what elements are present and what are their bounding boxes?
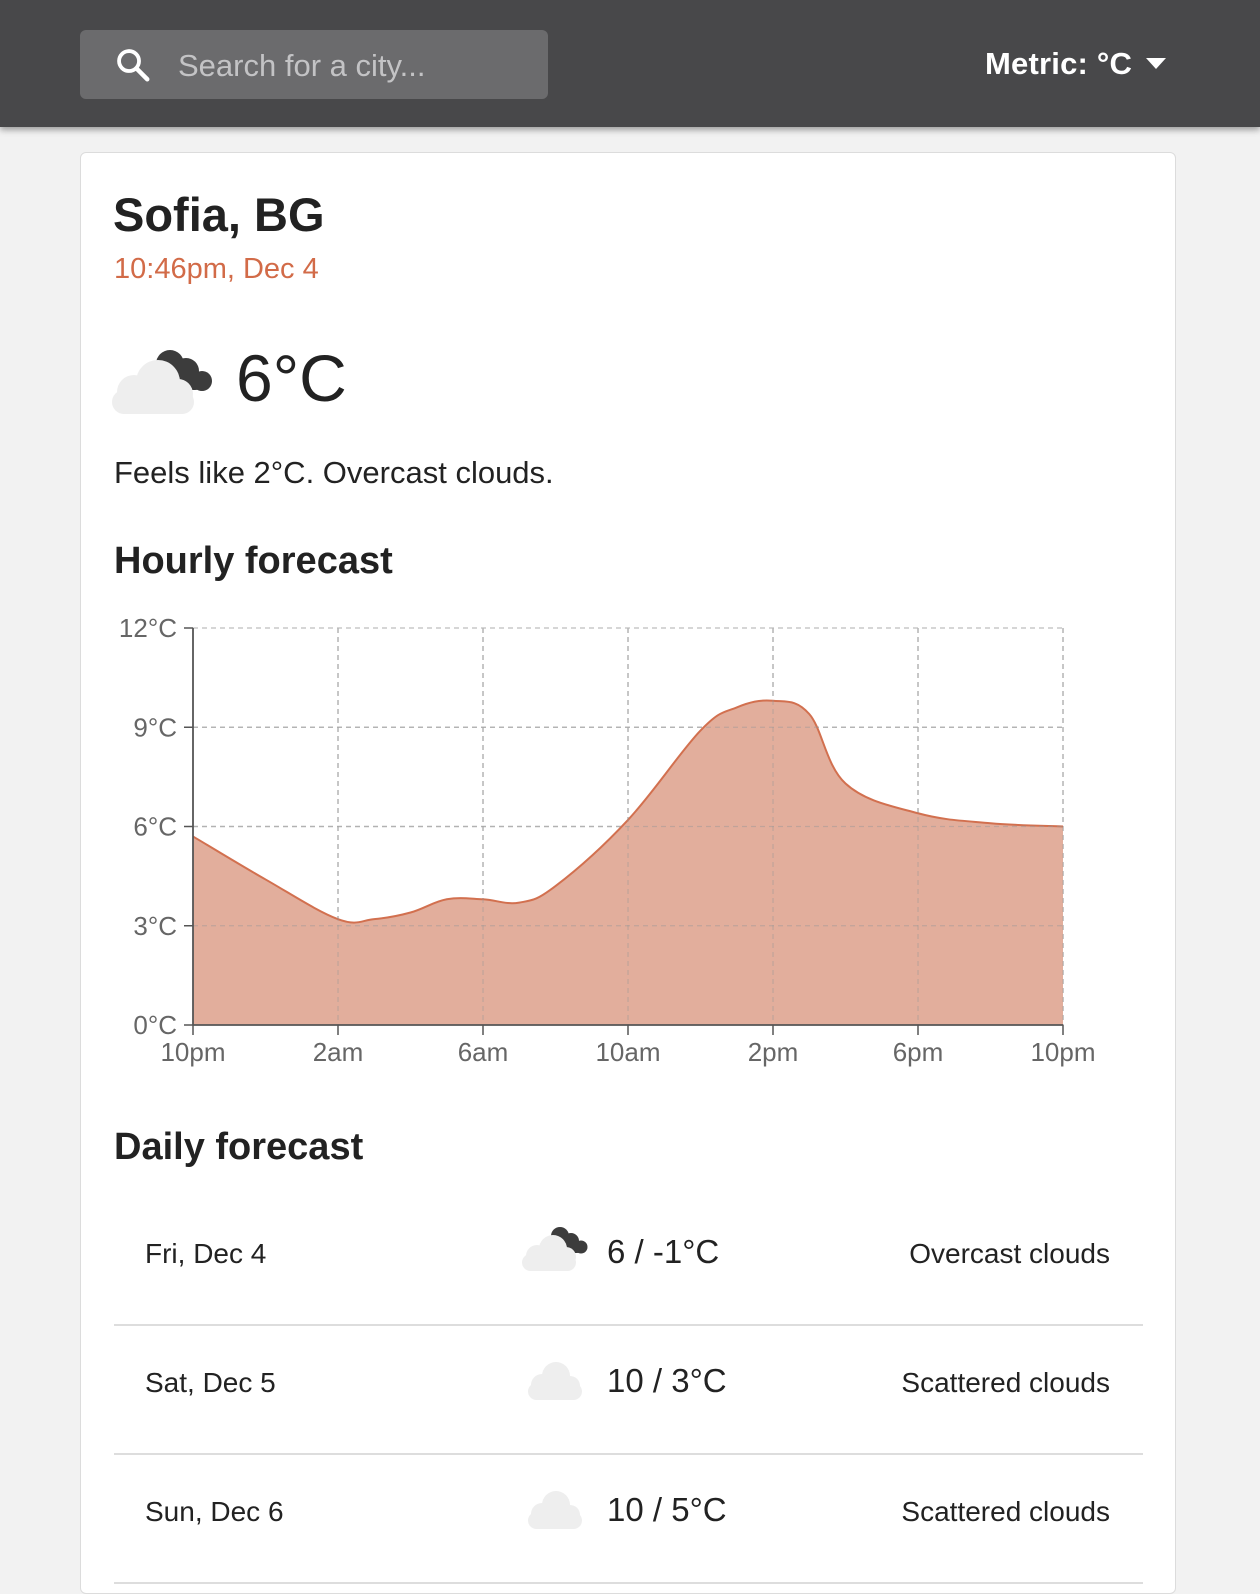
y-tick-label: 6°C xyxy=(133,812,177,842)
daily-temperature-range: 6 / -1°C xyxy=(607,1233,719,1271)
daily-row: Fri, Dec 4 6 / -1°C Overcast clouds xyxy=(114,1195,1143,1326)
y-tick-label: 3°C xyxy=(133,911,177,941)
daily-forecast-heading: Daily forecast xyxy=(114,1126,363,1169)
y-tick-label: 12°C xyxy=(119,613,177,643)
daily-day: Sat, Dec 5 xyxy=(145,1367,276,1399)
current-temperature: 6°C xyxy=(236,340,347,416)
daily-description: Scattered clouds xyxy=(901,1496,1110,1528)
daily-description: Overcast clouds xyxy=(909,1238,1110,1270)
daily-day: Fri, Dec 4 xyxy=(145,1238,266,1270)
daily-row: Sun, Dec 6 10 / 5°C Scattered clouds xyxy=(114,1453,1143,1584)
location-title: Sofia, BG xyxy=(113,187,325,242)
weather-summary: Feels like 2°C. Overcast clouds. xyxy=(114,455,554,491)
daily-row: Sat, Dec 5 10 / 3°C Scattered clouds xyxy=(114,1324,1143,1455)
caret-down-icon xyxy=(1146,58,1166,70)
search-box[interactable] xyxy=(80,30,548,99)
search-icon xyxy=(114,46,152,84)
daily-description: Scattered clouds xyxy=(901,1367,1110,1399)
x-tick-label: 2am xyxy=(313,1037,364,1067)
daily-temperature-range: 10 / 5°C xyxy=(607,1491,727,1529)
x-tick-label: 10pm xyxy=(1030,1037,1095,1067)
x-tick-label: 6pm xyxy=(893,1037,944,1067)
x-tick-label: 10pm xyxy=(160,1037,225,1067)
daily-temperature-range: 10 / 3°C xyxy=(607,1362,727,1400)
x-tick-label: 6am xyxy=(458,1037,509,1067)
daily-day: Sun, Dec 6 xyxy=(145,1496,284,1528)
y-tick-label: 0°C xyxy=(133,1010,177,1040)
x-tick-label: 2pm xyxy=(748,1037,799,1067)
hourly-forecast-heading: Hourly forecast xyxy=(114,540,393,583)
top-bar: Metric: °C xyxy=(0,0,1260,127)
units-label: Metric: °C xyxy=(985,46,1132,82)
overcast-clouds-icon xyxy=(520,1223,590,1273)
hourly-chart: 0°C 3°C 6°C 9°C 12°C 10pm 2am 6am 10am 2pm 6pm 10pm xyxy=(100,605,1110,1075)
local-datetime: 10:46pm, Dec 4 xyxy=(114,253,319,286)
overcast-clouds-icon xyxy=(108,344,216,416)
y-tick-label: 9°C xyxy=(133,712,177,742)
units-dropdown[interactable]: Metric: °C xyxy=(985,44,1166,84)
scattered-clouds-icon xyxy=(520,1352,590,1402)
scattered-clouds-icon xyxy=(520,1481,590,1531)
x-tick-label: 10am xyxy=(595,1037,660,1067)
search-input[interactable] xyxy=(176,30,540,101)
